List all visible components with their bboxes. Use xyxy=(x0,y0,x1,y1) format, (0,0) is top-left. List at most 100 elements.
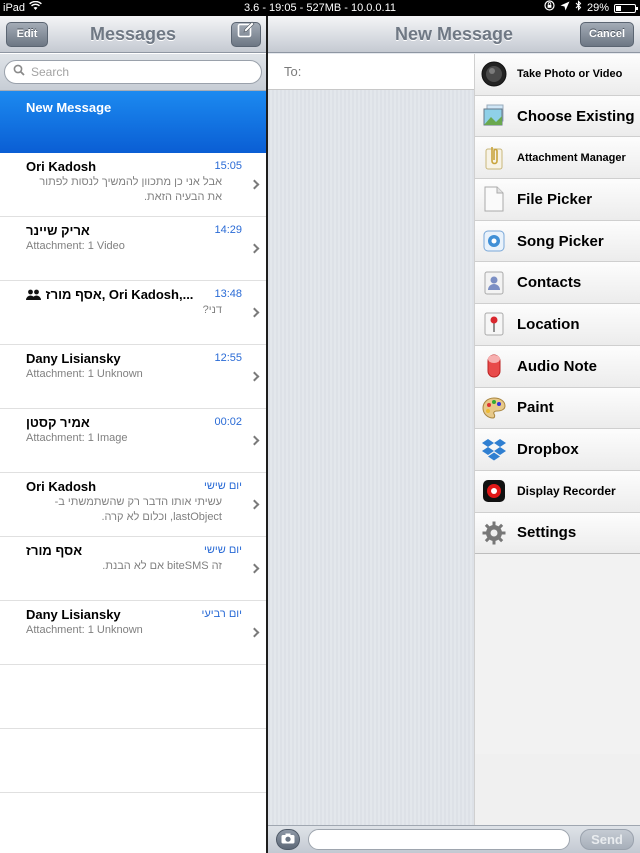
conversation-row[interactable]: Ori Kadosh יום שישי עשיתי אותו הדבר רק ש… xyxy=(0,473,266,537)
conversation-time: יום רביעי xyxy=(201,608,242,620)
left-navbar: Messages Edit xyxy=(0,16,266,53)
group-icon xyxy=(26,288,42,303)
menu-item-label: Take Photo or Video xyxy=(517,68,623,81)
conversation-preview: דני? xyxy=(202,304,222,316)
menu-item-label: Dropbox xyxy=(517,441,579,459)
empty-row xyxy=(0,793,266,853)
conversation-row[interactable]: אסף מורז יום שישי זה biteSMS אם לא הבנת. xyxy=(0,537,266,601)
message-area xyxy=(268,90,474,825)
battery-icon xyxy=(614,3,638,13)
conversation-time: 00:02 xyxy=(214,416,242,428)
chevron-right-icon xyxy=(249,435,260,446)
menu-item-contacts[interactable]: Contacts xyxy=(475,262,640,305)
camera-icon xyxy=(481,61,507,87)
conversation-time: 12:55 xyxy=(214,352,242,364)
conversation-row[interactable]: אסף מורז, Ori Kadosh,... 13:48 דני? xyxy=(0,281,266,345)
conversation-preview: Attachment: 1 Unknown xyxy=(26,624,143,636)
conversation-time: 15:05 xyxy=(214,160,242,172)
menu-item-label: Location xyxy=(517,315,580,333)
menu-item-location[interactable]: Location xyxy=(475,304,640,346)
menu-item-file-picker[interactable]: File Picker xyxy=(475,179,640,221)
menu-item-dropbox[interactable]: Dropbox xyxy=(475,429,640,471)
attach-camera-button[interactable] xyxy=(276,829,300,850)
search-input[interactable] xyxy=(31,65,231,79)
chevron-right-icon xyxy=(249,179,260,190)
dropbox-icon xyxy=(481,437,507,463)
menu-item-take-photo[interactable]: Take Photo or Video xyxy=(475,54,640,96)
menu-item-label: Audio Note xyxy=(517,357,597,375)
chevron-right-icon xyxy=(249,307,260,318)
lock-rotation-icon xyxy=(544,0,555,16)
location-pin-icon xyxy=(481,311,507,337)
attachment-menu: Take Photo or Video Choose Existing Atta… xyxy=(474,54,640,825)
cancel-button[interactable]: Cancel xyxy=(580,22,634,47)
battery-percent: 29% xyxy=(586,2,609,14)
send-button[interactable]: Send xyxy=(580,829,634,850)
menu-item-label: Song Picker xyxy=(517,232,604,250)
conversation-name: Dany Lisiansky xyxy=(26,351,121,366)
menu-item-choose-existing[interactable]: Choose Existing xyxy=(475,95,640,138)
conversations-pane: Messages Edit New Message Ori Kadosh xyxy=(0,16,266,853)
menu-item-label: Attachment Manager xyxy=(517,151,626,164)
chevron-right-icon xyxy=(249,243,260,254)
compose-toolbar: Send xyxy=(268,825,640,853)
search-icon xyxy=(13,63,25,81)
compose-icon xyxy=(237,21,255,48)
conversation-name: אסף מורז xyxy=(26,543,83,558)
conversation-preview: עשיתי אותו הדבר רק שהשתמשתי ב-lastObject… xyxy=(54,496,222,523)
compose-pane: New Message Cancel To: Take Photo or Vid… xyxy=(268,16,640,853)
message-input[interactable] xyxy=(319,832,559,846)
chevron-right-icon xyxy=(249,627,260,638)
chevron-right-icon xyxy=(249,499,260,510)
conversation-name: אמיר קסטן xyxy=(26,415,90,430)
conversation-name: Ori Kadosh xyxy=(26,479,97,494)
conversation-row[interactable]: Dany Lisiansky יום רביעי Attachment: 1 U… xyxy=(0,601,266,665)
search-field[interactable] xyxy=(4,60,262,84)
conversation-name: Ori Kadosh xyxy=(26,159,97,174)
empty-row xyxy=(0,729,266,793)
contacts-icon xyxy=(481,270,507,296)
conversation-time: 13:48 xyxy=(214,288,242,300)
menu-item-song-picker[interactable]: Song Picker xyxy=(475,220,640,263)
menu-item-display-recorder[interactable]: Display Recorder xyxy=(475,470,640,513)
to-label: To: xyxy=(284,64,302,79)
edit-button[interactable]: Edit xyxy=(6,22,48,47)
menu-item-label: Settings xyxy=(517,524,577,542)
conversation-name: אסף מורז, Ori Kadosh,... xyxy=(45,287,194,302)
menu-item-settings[interactable]: Settings xyxy=(475,512,640,555)
new-message-row[interactable]: New Message xyxy=(0,91,266,153)
conversation-name: Dany Lisiansky xyxy=(26,607,121,622)
conversation-time: 14:29 xyxy=(214,224,242,236)
conversation-preview: Attachment: 1 Image xyxy=(26,432,128,444)
conversation-row[interactable]: Dany Lisiansky 12:55 Attachment: 1 Unkno… xyxy=(0,345,266,409)
menu-item-attachment-manager[interactable]: Attachment Manager xyxy=(475,137,640,180)
music-icon xyxy=(481,228,507,254)
search-bar xyxy=(0,54,266,91)
record-icon xyxy=(481,478,507,504)
menu-item-label: Paint xyxy=(517,399,554,417)
chevron-right-icon xyxy=(249,563,260,574)
menu-item-label: Choose Existing xyxy=(517,107,635,125)
photos-icon xyxy=(481,103,507,129)
file-icon xyxy=(481,186,507,212)
conversation-preview: Attachment: 1 Unknown xyxy=(26,368,143,380)
message-field[interactable] xyxy=(308,829,570,850)
palette-icon xyxy=(481,395,507,421)
conversation-name: אריק שיינר xyxy=(26,223,90,238)
empty-row xyxy=(0,665,266,729)
menu-item-audio-note[interactable]: Audio Note xyxy=(475,345,640,388)
menu-item-label: File Picker xyxy=(517,190,593,208)
conversation-preview: זה biteSMS אם לא הבנת. xyxy=(102,560,222,572)
gear-icon xyxy=(481,520,507,546)
menu-item-label: Display Recorder xyxy=(517,484,616,499)
camera-small-icon xyxy=(281,831,295,849)
menu-item-paint[interactable]: Paint xyxy=(475,387,640,430)
chevron-right-icon xyxy=(249,371,260,382)
conversation-row[interactable]: אריק שיינר 14:29 Attachment: 1 Video xyxy=(0,217,266,281)
conversation-row[interactable]: Ori Kadosh 15:05 אבל אני כן מתכוון להמשי… xyxy=(0,153,266,217)
menu-empty-area xyxy=(475,554,640,755)
paperclip-icon xyxy=(481,145,507,171)
conversation-row[interactable]: אמיר קסטן 00:02 Attachment: 1 Image xyxy=(0,409,266,473)
compose-button[interactable] xyxy=(231,21,261,48)
new-message-label: New Message xyxy=(26,100,112,115)
